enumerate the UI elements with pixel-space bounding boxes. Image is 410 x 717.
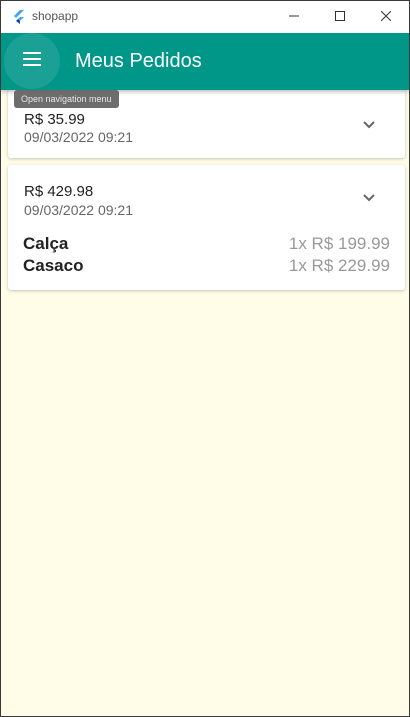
page-title: Meus Pedidos bbox=[75, 50, 202, 72]
flutter-logo-icon bbox=[11, 9, 27, 25]
minimize-button[interactable] bbox=[271, 1, 317, 33]
product-name: Calça bbox=[23, 234, 69, 253]
maximize-icon bbox=[335, 8, 345, 26]
order-product-row: Calça 1x R$ 199.99 bbox=[23, 234, 390, 256]
navigation-menu-button[interactable] bbox=[4, 33, 60, 89]
chevron-down-icon bbox=[362, 117, 376, 135]
chevron-down-icon bbox=[362, 190, 376, 208]
expand-order-button[interactable] bbox=[351, 108, 387, 144]
product-quantity-price: 1x R$ 199.99 bbox=[288, 234, 390, 253]
close-icon bbox=[380, 8, 392, 26]
navigation-menu-tooltip: Open navigation menu bbox=[14, 90, 119, 108]
app-bar: Meus Pedidos bbox=[1, 33, 409, 90]
close-window-button[interactable] bbox=[363, 1, 409, 33]
app-window: shopapp Meus Pedidos Open navigation men… bbox=[0, 0, 410, 717]
order-total: R$ 429.98 bbox=[24, 183, 94, 200]
order-product-row: Casaco 1x R$ 229.99 bbox=[23, 256, 390, 278]
window-title: shopapp bbox=[32, 9, 79, 23]
maximize-button[interactable] bbox=[317, 1, 363, 33]
hamburger-menu-icon bbox=[22, 51, 42, 72]
order-total: R$ 35.99 bbox=[24, 111, 85, 128]
order-date: 09/03/2022 09:21 bbox=[24, 202, 133, 218]
orders-list: R$ 35.99 09/03/2022 09:21 R$ 429.98 09/0… bbox=[1, 90, 409, 716]
order-date: 09/03/2022 09:21 bbox=[24, 129, 133, 145]
product-name: Casaco bbox=[23, 256, 84, 275]
expand-order-button[interactable] bbox=[351, 181, 387, 217]
window-titlebar[interactable]: shopapp bbox=[1, 1, 409, 33]
minimize-icon bbox=[289, 8, 299, 26]
product-quantity-price: 1x R$ 229.99 bbox=[288, 256, 390, 275]
order-card: R$ 429.98 09/03/2022 09:21 Calça 1x R$ 1… bbox=[8, 165, 405, 290]
